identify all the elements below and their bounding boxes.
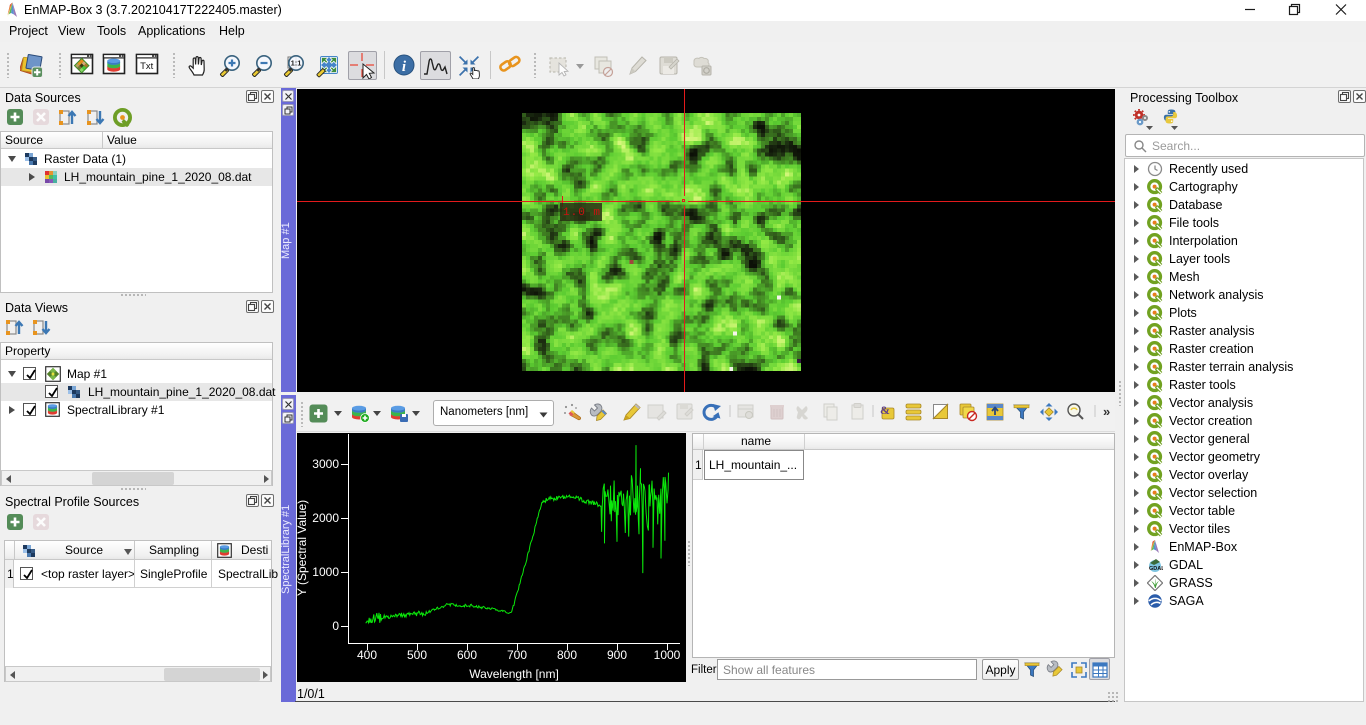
- svg-text:0: 0: [332, 619, 339, 633]
- svg-text:1000: 1000: [312, 565, 339, 579]
- svg-text:400: 400: [357, 648, 377, 662]
- svg-text:&: &: [880, 403, 890, 417]
- svg-text:1000: 1000: [654, 648, 681, 662]
- svg-text:1:1: 1:1: [291, 59, 302, 68]
- svg-text:900: 900: [607, 648, 627, 662]
- svg-text:2000: 2000: [312, 511, 339, 525]
- svg-text:700: 700: [507, 648, 527, 662]
- svg-text:GDAL: GDAL: [1149, 566, 1163, 572]
- svg-text:3000: 3000: [312, 457, 339, 471]
- svg-text:Wavelength [nm]: Wavelength [nm]: [469, 667, 559, 681]
- svg-text:800: 800: [557, 648, 577, 662]
- svg-text:»: »: [1103, 404, 1110, 419]
- svg-text:Y (Spectral Value): Y (Spectral Value): [297, 500, 309, 596]
- svg-text:600: 600: [457, 648, 477, 662]
- svg-text:500: 500: [407, 648, 427, 662]
- svg-text:Txt: Txt: [140, 61, 154, 72]
